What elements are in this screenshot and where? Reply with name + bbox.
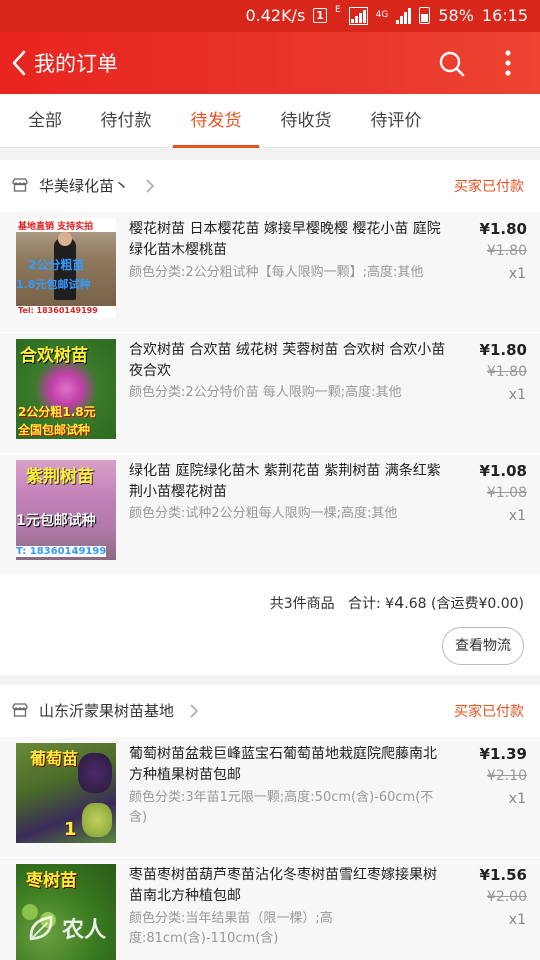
chevron-left-icon[interactable] [6, 46, 34, 80]
thumb-caption: 2公分粗苗 [28, 258, 85, 272]
network-type-e: E [334, 5, 341, 15]
page-title: 我的订单 [34, 52, 118, 76]
price: ¥1.39 [479, 745, 527, 763]
tab-pending-payment[interactable]: 待付款 [81, 94, 171, 148]
order-item[interactable]: 葡萄苗 1 葡萄树苗盆栽巨峰蓝宝石葡萄苗地栽庭院爬藤南北方种植果树苗包邮 颜色分… [0, 737, 540, 858]
shop-header[interactable]: 山东沂蒙果树苗基地 买家已付款 [0, 685, 540, 737]
thumb-caption: 枣树苗 [26, 871, 77, 891]
order-item[interactable]: 合欢树苗 2公分粗1.8元 全国包邮试种 合欢树苗 合欢苗 绒花树 芙蓉树苗 合… [0, 333, 540, 454]
tab-label: 待收货 [280, 111, 332, 131]
thumb-caption: 1元包邮试种 [16, 513, 96, 529]
tab-label: 待付款 [100, 111, 152, 131]
product-title: 樱花树苗 日本樱花苗 嫁接早樱晚樱 樱花小苗 庭院绿化苗木樱桃苗 [129, 221, 441, 258]
tab-label: 待发货 [190, 111, 242, 131]
order-item[interactable]: 紫荆树苗 1元包邮试种 T: 18360149199 绿化苗 庭院绿化苗木 紫荆… [0, 454, 540, 575]
product-spec: 颜色分类:3年苗1元限一颗;高度:50cm(含)-60cm(不含) [129, 790, 434, 825]
price: ¥1.56 [479, 866, 527, 884]
product-spec: 颜色分类:试种2公分粗每人限购一棵;高度:其他 [129, 506, 398, 521]
store-icon [12, 178, 28, 192]
thumb-caption: 全国包邮试种 [18, 423, 91, 437]
total-decimal: .68 [404, 596, 427, 612]
chevron-right-icon [146, 179, 155, 193]
signal-icon [348, 6, 368, 25]
original-price: ¥1.08 [486, 485, 527, 501]
thumb-caption: 合欢树苗 [20, 346, 88, 366]
price: ¥1.80 [479, 341, 527, 359]
original-price: ¥1.80 [486, 243, 527, 259]
tab-all[interactable]: 全部 [0, 94, 90, 148]
signal-icon-2 [396, 7, 412, 24]
shop-name[interactable]: 华美绿化苗丶 [39, 175, 129, 196]
price: ¥1.80 [479, 220, 527, 238]
thumb-caption: 2公分粗1.8元 [18, 405, 96, 419]
quantity: x1 [508, 912, 526, 928]
product-title: 绿化苗 庭院绿化苗木 紫荆花苗 紫荆树苗 满条红紫荆小苗樱花树苗 [129, 463, 441, 500]
product-image: 基地直销 支持实拍 2公分粗苗 1.8元包邮试种 Tel: 1836014919… [16, 218, 116, 318]
active-tab-indicator [173, 145, 259, 148]
product-spec: 颜色分类:2公分粗试种【每人限购一颗】;高度:其他 [129, 265, 424, 280]
product-spec: 颜色分类:当年结果苗（限一棵）;高度:81cm(含)-110cm(含) [129, 911, 333, 946]
shop-header[interactable]: 华美绿化苗丶 买家已付款 [0, 160, 540, 212]
sim-badge: 1 [313, 8, 327, 23]
thumb-caption: 基地直销 支持实拍 [18, 222, 94, 232]
order-item[interactable]: 基地直销 支持实拍 2公分粗苗 1.8元包邮试种 Tel: 1836014919… [0, 212, 540, 333]
tab-label: 待评价 [370, 111, 422, 131]
network-speed: 0.42K/s [245, 6, 306, 25]
order-actions: 查看物流 [0, 623, 540, 675]
total-integer: 4 [394, 593, 405, 612]
thumb-caption: 1.8元包邮试种 [16, 278, 91, 291]
chevron-right-icon [190, 704, 199, 718]
thumb-caption: T: 18360149199 [16, 546, 107, 557]
total-currency: ¥ [385, 596, 395, 612]
quantity: x1 [508, 266, 526, 282]
thumb-caption: 葡萄苗 [30, 749, 79, 768]
price: ¥1.08 [479, 462, 527, 480]
order-card: 华美绿化苗丶 买家已付款 基地直销 支持实拍 2公分粗苗 1.8元包邮试种 Te… [0, 160, 540, 675]
shipping-fee: (含运费¥0.00) [430, 596, 524, 612]
product-title: 葡萄树苗盆栽巨峰蓝宝石葡萄苗地栽庭院爬藤南北方种植果树苗包邮 [129, 746, 437, 783]
thumb-caption: 紫荆树苗 [26, 467, 94, 487]
shop-name[interactable]: 山东沂蒙果树苗基地 [39, 700, 174, 721]
store-icon [12, 703, 28, 717]
thumb-caption: 1 [64, 819, 77, 840]
search-icon[interactable] [438, 50, 466, 78]
product-spec: 颜色分类:2公分特价苗 每人限购一颗;高度:其他 [129, 385, 402, 400]
product-title: 枣苗枣树苗葫芦枣苗沾化冬枣树苗雪红枣嫁接果树苗南北方种植包邮 [129, 867, 437, 904]
tab-pending-review[interactable]: 待评价 [351, 94, 441, 148]
clock: 16:15 [481, 6, 528, 25]
product-image: 紫荆树苗 1元包邮试种 T: 18360149199 [16, 460, 116, 560]
quantity: x1 [508, 508, 526, 524]
app-header: 我的订单 [0, 32, 540, 94]
product-title: 合欢树苗 合欢苗 绒花树 芙蓉树苗 合欢树 合欢小苗 夜合欢 [129, 342, 446, 379]
original-price: ¥2.10 [486, 768, 527, 784]
tab-pending-shipment[interactable]: 待发货 [171, 94, 261, 148]
watermark: 农人 [24, 906, 124, 954]
quantity: x1 [508, 387, 526, 403]
status-bar: 0.42K/s 1 E 4G 58% 16:15 [0, 0, 540, 32]
order-summary: 共3件商品 合计: ¥4.68 (含运费¥0.00) [0, 575, 540, 623]
total-label: 合计: [347, 596, 381, 612]
order-status: 买家已付款 [454, 179, 524, 195]
battery-percent: 58% [438, 6, 474, 25]
thumb-caption: Tel: 18360149199 [18, 306, 98, 315]
tab-pending-receipt[interactable]: 待收货 [261, 94, 351, 148]
tab-label: 全部 [28, 111, 62, 131]
order-tabs: 全部 待付款 待发货 待收货 待评价 [0, 94, 540, 148]
leaf-logo-icon [29, 915, 53, 941]
battery-icon [419, 7, 431, 24]
view-logistics-button[interactable]: 查看物流 [442, 627, 524, 665]
order-status: 买家已付款 [454, 704, 524, 720]
watermark-text: 农人 [62, 918, 107, 943]
quantity: x1 [508, 791, 526, 807]
network-4g-a: 4G [375, 10, 389, 20]
product-image: 合欢树苗 2公分粗1.8元 全国包邮试种 [16, 339, 116, 439]
product-image: 葡萄苗 1 [16, 743, 116, 843]
more-vertical-icon[interactable] [498, 48, 518, 78]
original-price: ¥2.00 [486, 889, 527, 905]
original-price: ¥1.80 [486, 364, 527, 380]
item-count: 共3件商品 [269, 596, 335, 612]
